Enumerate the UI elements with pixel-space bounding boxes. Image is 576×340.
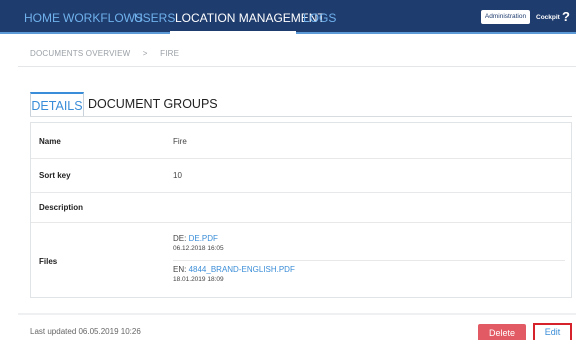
administration-button[interactable]: Administration — [481, 10, 530, 24]
active-nav-indicator — [170, 31, 296, 34]
breadcrumb-documents-overview[interactable]: DOCUMENTS OVERVIEW — [30, 49, 130, 58]
sort-key-label: Sort key — [39, 171, 71, 180]
nav-workflows[interactable]: WORKFLOWS — [63, 11, 143, 25]
tabs-divider — [30, 116, 572, 117]
file-language: DE: DE.PDF — [173, 234, 565, 244]
file-lang-code: EN: — [173, 265, 187, 274]
breadcrumb-current: FIRE — [160, 49, 180, 58]
file-link[interactable]: DE.PDF — [189, 234, 218, 243]
detail-row-name: Name Fire — [31, 123, 571, 159]
edit-button[interactable]: Edit — [533, 323, 572, 340]
cockpit-link[interactable]: Cockpit — [536, 13, 560, 22]
last-updated-text: Last updated 06.05.2019 10:26 — [30, 327, 141, 336]
help-icon[interactable]: ? — [562, 9, 570, 24]
sort-key-value: 10 — [173, 171, 182, 180]
name-label: Name — [39, 137, 61, 146]
nav-home[interactable]: HOME — [24, 11, 60, 25]
tab-details[interactable]: DETAILS — [30, 92, 84, 116]
breadcrumb: DOCUMENTS OVERVIEW > FIRE — [30, 49, 179, 58]
chevron-right-icon: > — [142, 49, 148, 58]
detail-row-description: Description — [31, 193, 571, 223]
file-entry: DE: DE.PDF 06.12.2018 16:05 — [173, 234, 565, 253]
file-date: 18.01.2019 18:09 — [173, 276, 224, 283]
file-link[interactable]: 4844_BRAND-ENGLISH.PDF — [189, 265, 295, 274]
footer-divider — [18, 313, 576, 315]
file-lang-code: DE: — [173, 234, 187, 243]
top-navigation-bar: HOME WORKFLOWS USERS LOCATION MANAGEMENT… — [0, 0, 576, 34]
file-date: 06.12.2018 16:05 — [173, 245, 224, 252]
nav-users[interactable]: USERS — [134, 11, 175, 25]
detail-row-files: Files DE: DE.PDF 06.12.2018 16:05 EN: 48… — [31, 223, 571, 297]
description-label: Description — [39, 203, 84, 212]
name-value: Fire — [173, 137, 187, 146]
file-divider — [173, 260, 565, 261]
details-card: Name Fire Sort key 10 Description Files … — [30, 122, 572, 298]
delete-button[interactable]: Delete — [478, 324, 526, 340]
tab-document-groups[interactable]: DOCUMENT GROUPS — [88, 92, 218, 116]
file-language: EN: 4844_BRAND-ENGLISH.PDF — [173, 265, 565, 275]
files-label: Files — [39, 257, 58, 266]
breadcrumb-divider — [18, 66, 576, 67]
file-entry: EN: 4844_BRAND-ENGLISH.PDF 18.01.2019 18… — [173, 265, 565, 284]
nav-logs[interactable]: LOGS — [303, 11, 336, 25]
detail-row-sort-key: Sort key 10 — [31, 159, 571, 193]
